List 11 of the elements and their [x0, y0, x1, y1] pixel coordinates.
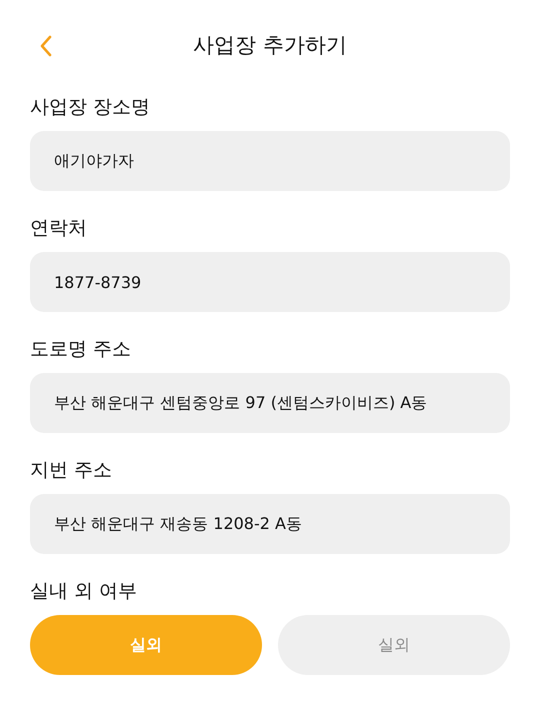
input-field[interactable]: 1877-8739 — [30, 252, 510, 312]
back-icon — [39, 35, 53, 57]
field-label: 연락처 — [30, 216, 88, 241]
field-label: 도로명 주소 — [30, 337, 132, 362]
page-title: 사업장 추가하기 — [193, 32, 347, 59]
input-field[interactable]: 부산 해운대구 재송동 1208-2 A동 — [30, 494, 510, 554]
field-label: 지번 주소 — [30, 458, 114, 483]
input-field[interactable]: 애기야가자 — [30, 131, 510, 191]
input-field[interactable]: 부산 해운대구 센텀중앙로 97 (센텀스카이비즈) A동 — [30, 373, 510, 433]
field-label: 사업장 장소명 — [30, 95, 152, 120]
field-label: 실내 외 여부 — [30, 579, 138, 604]
